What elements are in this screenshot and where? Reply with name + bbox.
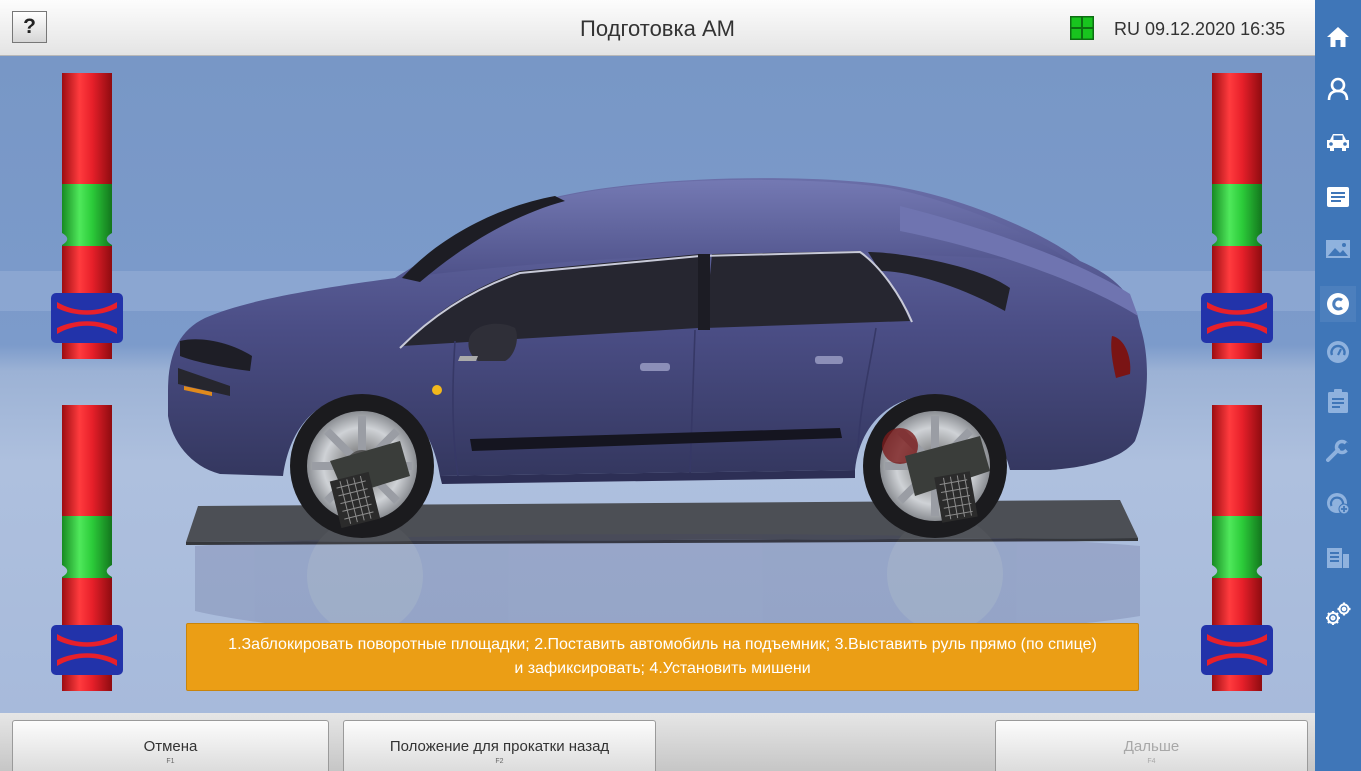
customer-icon	[1327, 77, 1349, 101]
sidebar-item-compensation[interactable]	[1320, 286, 1356, 322]
gauge-front-right	[1201, 73, 1273, 359]
next-button-label: Дальше	[1123, 738, 1180, 755]
sidebar-item-vehicle[interactable]	[1320, 124, 1356, 160]
sidebar-item-images[interactable]	[1320, 231, 1356, 267]
cancel-button[interactable]: Отмена F1	[12, 720, 329, 771]
sidebar-item-adjustment[interactable]	[1320, 433, 1356, 469]
title-bar: ? Подготовка АМ RU 09.12.2020 16:35	[0, 0, 1315, 56]
status-info: RU 09.12.2020 16:35	[1114, 0, 1285, 58]
vehicle-illustration	[0, 178, 1315, 645]
image-icon	[1326, 240, 1350, 258]
instruction-banner: 1.Заблокировать поворотные площадки; 2.П…	[186, 623, 1139, 691]
gauge-rear-left	[51, 405, 123, 691]
car-icon	[1327, 134, 1349, 151]
gauge-rear-right	[1201, 405, 1273, 691]
roll-back-position-button-label: Положение для прокатки назад	[389, 738, 610, 755]
grid-icon[interactable]	[1070, 16, 1094, 40]
next-button-key: F4	[1147, 758, 1156, 765]
function-key-bar: Отмена F1 Положение для прокатки назад F…	[0, 713, 1315, 771]
report-icon	[1327, 548, 1349, 568]
sidebar-item-additional-measurement[interactable]	[1320, 485, 1356, 521]
gauge-icon	[1327, 341, 1349, 363]
sidebar-item-customer[interactable]	[1320, 71, 1356, 107]
roll-back-position-button[interactable]: Положение для прокатки назад F2	[343, 720, 656, 771]
gauge-plus-icon	[1327, 493, 1350, 515]
cancel-button-key: F1	[166, 758, 175, 765]
help-button[interactable]: ?	[12, 11, 47, 43]
datetime: 09.12.2020 16:35	[1145, 19, 1286, 39]
clipboard-icon	[1328, 389, 1348, 413]
cancel-button-label: Отмена	[143, 738, 198, 755]
sidebar-item-specifications[interactable]	[1320, 179, 1356, 215]
gauge-front-left	[51, 73, 123, 359]
roll-back-position-button-key: F2	[495, 758, 504, 765]
alignment-scene: 1.Заблокировать поворотные площадки; 2.П…	[0, 56, 1315, 713]
compensation-icon	[1327, 293, 1349, 315]
home-icon	[1327, 27, 1349, 47]
sidebar-item-checklist[interactable]	[1320, 383, 1356, 419]
settings-icon	[1326, 602, 1351, 625]
list-icon	[1327, 187, 1349, 207]
sidebar-item-settings[interactable]	[1320, 596, 1356, 632]
sidebar-item-measurement[interactable]	[1320, 334, 1356, 370]
language-indicator[interactable]: RU	[1114, 19, 1140, 39]
main-sidebar	[1315, 0, 1361, 771]
sidebar-item-home[interactable]	[1320, 19, 1356, 55]
sidebar-item-report[interactable]	[1320, 540, 1356, 576]
wrench-icon	[1326, 439, 1350, 462]
next-button[interactable]: Дальше F4	[995, 720, 1308, 771]
